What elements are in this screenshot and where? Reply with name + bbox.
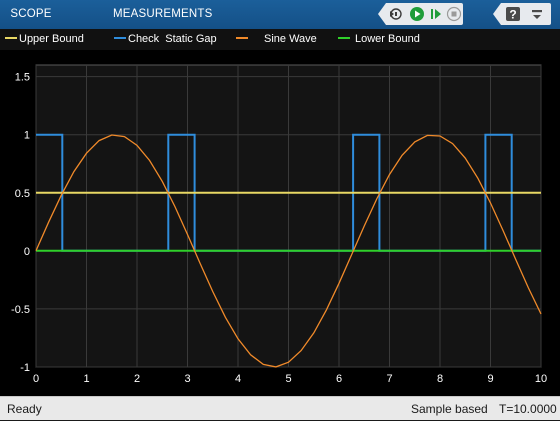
legend-swatch-check-static-gap: [114, 37, 126, 39]
legend-label-lower-bound[interactable]: Lower Bound: [355, 29, 420, 50]
toolstrip: SCOPE MEASUREMENTS ?: [0, 0, 560, 29]
plot-area[interactable]: 0 1 2 3 4 5 6 7 8 9 10 -1 -0.5 0 0.5 1 1.5: [0, 50, 560, 396]
y-tick-label: 1.5: [15, 72, 30, 84]
simulation-controls: [378, 3, 463, 25]
legend-label-check-static-gap[interactable]: Check Static Gap: [128, 29, 217, 50]
x-tick-label: 5: [285, 373, 291, 385]
x-tick-label: 2: [134, 373, 140, 385]
status-bar: Ready Sample based T=10.0000: [0, 396, 560, 420]
tab-scope[interactable]: SCOPE: [8, 0, 54, 29]
help-controls: ?: [493, 3, 551, 25]
help-icon[interactable]: ?: [505, 6, 521, 22]
tab-measurements[interactable]: MEASUREMENTS: [113, 0, 212, 29]
y-tick-label: -0.5: [11, 304, 30, 316]
svg-text:?: ?: [509, 8, 516, 22]
x-tick-label: 3: [184, 373, 190, 385]
x-tick-label: 10: [535, 373, 547, 385]
step-back-icon[interactable]: [387, 6, 403, 22]
x-tick-label: 6: [336, 373, 342, 385]
y-tick-label: 1: [24, 130, 30, 142]
x-tick-label: 4: [235, 373, 241, 385]
y-tick-label: 0: [24, 246, 30, 258]
x-tick-label: 9: [487, 373, 493, 385]
y-tick-label: 0.5: [15, 188, 30, 200]
minimize-icon[interactable]: [529, 6, 545, 22]
stop-icon[interactable]: [446, 6, 462, 22]
status-ready: Ready: [7, 402, 42, 416]
run-icon[interactable]: [409, 6, 425, 22]
x-tick-label: 0: [33, 373, 39, 385]
x-tick-label: 8: [437, 373, 443, 385]
status-sample-mode: Sample based: [411, 402, 488, 416]
legend-swatch-lower-bound: [338, 37, 350, 39]
step-forward-icon[interactable]: [428, 6, 444, 22]
y-tick-label: -1: [20, 362, 30, 374]
legend-swatch-sine-wave: [236, 37, 248, 39]
status-time: T=10.0000: [499, 402, 557, 416]
scope-plot[interactable]: 0 1 2 3 4 5 6 7 8 9 10 -1 -0.5 0 0.5 1 1.5: [0, 50, 560, 396]
legend-swatch-upper-bound: [5, 37, 17, 39]
legend-label-upper-bound[interactable]: Upper Bound: [19, 29, 84, 50]
legend: Upper Bound Check Static Gap Sine Wave L…: [0, 29, 560, 50]
legend-label-sine-wave[interactable]: Sine Wave: [264, 29, 317, 50]
x-tick-label: 7: [386, 373, 392, 385]
x-tick-label: 1: [83, 373, 89, 385]
